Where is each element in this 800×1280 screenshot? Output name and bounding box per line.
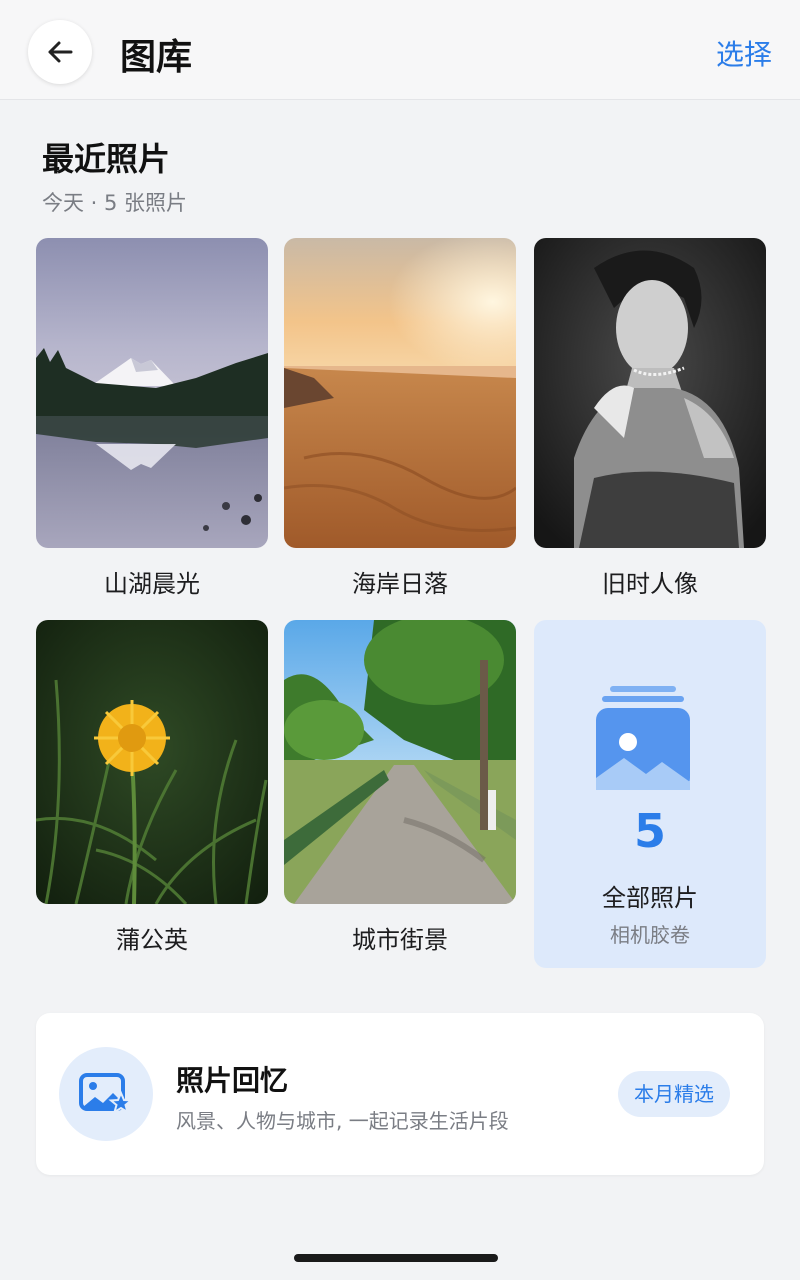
page-title: 图库 (120, 37, 193, 78)
all-photos-card[interactable]: 5 全部照片 相机胶卷 (534, 620, 766, 968)
photo-tile-beach-sunset[interactable]: 海岸日落 (284, 238, 516, 599)
photo-label: 山湖晨光 (104, 570, 200, 598)
all-photos-count: 5 (633, 804, 666, 858)
section-subtitle: 今天 · 5 张照片 (42, 191, 188, 215)
section-title: 最近照片 (42, 140, 171, 178)
memories-subtitle: 风景、人物与城市, 一起记录生活片段 (176, 1109, 509, 1133)
gallery-app: 图库 选择 最近照片 今天 · 5 张照片 山湖晨光 海岸日落 旧时人像 蒲公英… (0, 0, 800, 1280)
monthly-picks-badge[interactable]: 本月精选 (618, 1071, 730, 1117)
photo-label: 蒲公英 (116, 926, 188, 954)
vintage-portrait-photo (534, 238, 766, 548)
photo-tile-mountain-lake[interactable]: 山湖晨光 (36, 238, 268, 599)
photo-tile-street-scene[interactable]: 城市街景 (284, 620, 516, 955)
all-photos-subtitle: 相机胶卷 (610, 923, 690, 947)
top-bar: 图库 选择 (0, 0, 800, 100)
photo-star-icon (79, 1073, 133, 1115)
photo-stack-icon (596, 686, 690, 790)
dandelion-photo (36, 620, 268, 904)
photo-label: 海岸日落 (352, 570, 448, 598)
photo-tile-dandelion[interactable]: 蒲公英 (36, 620, 268, 955)
memories-icon-circle (59, 1047, 153, 1141)
street-scene-photo (284, 620, 516, 904)
photo-label: 城市街景 (352, 926, 448, 954)
memories-title: 照片回忆 (176, 1064, 289, 1097)
mountain-lake-photo (36, 238, 268, 548)
select-button[interactable]: 选择 (716, 33, 772, 73)
back-button[interactable] (28, 20, 92, 84)
home-indicator[interactable] (294, 1254, 498, 1262)
arrow-left-icon (48, 41, 73, 63)
photo-tile-vintage-portrait[interactable]: 旧时人像 (534, 238, 766, 599)
photo-label: 旧时人像 (602, 570, 698, 598)
beach-sunset-photo (284, 238, 516, 548)
all-photos-label: 全部照片 (602, 884, 698, 912)
memories-card[interactable]: 照片回忆 风景、人物与城市, 一起记录生活片段 本月精选 (36, 1013, 764, 1175)
